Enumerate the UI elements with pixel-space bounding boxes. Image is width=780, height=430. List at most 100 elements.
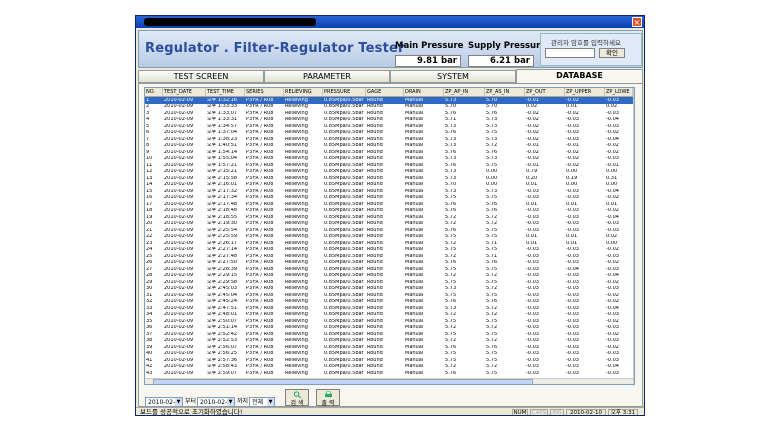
table-cell: Relieving (285, 292, 308, 298)
column-header[interactable]: ZP_OUT (525, 88, 565, 96)
column-header[interactable]: ZP_AP_IN (444, 88, 485, 96)
column-header[interactable]: ZP_LOWE (605, 88, 633, 96)
table-cell: 5.72 (486, 325, 498, 330)
table-cell: Round (367, 143, 383, 148)
start-date-picker[interactable]: 2010-02-10▼ (145, 397, 183, 415)
table-row[interactable]: 43 2010-02-09 오후 2:59:07 P3YR / R08 Relievin… (145, 370, 633, 377)
table-cell: 5.72 (486, 286, 498, 291)
table-cell: P3YR / R08 (246, 182, 274, 187)
table-cell: 0.00 (606, 182, 618, 187)
title-bar[interactable]: × (136, 16, 644, 28)
table-cell: P3YR / R08 (246, 195, 274, 200)
table-cell: Relieving (285, 247, 308, 252)
column-header[interactable]: PRESSURE (323, 88, 366, 96)
tab-system[interactable]: SYSTEM (390, 70, 516, 83)
table-cell: 2010-02-09 (164, 221, 194, 226)
table-cell: 16 (146, 195, 153, 200)
chevron-down-icon[interactable]: ▼ (267, 398, 274, 406)
table-cell: 8 (146, 143, 150, 148)
table-cell: 5.72 (445, 364, 457, 369)
column-header[interactable]: SERIES (245, 88, 284, 96)
table-cell: 10 (146, 156, 153, 161)
table-cell: -0.01 (526, 162, 539, 168)
table-cell: Round (367, 97, 383, 103)
table-cell: -0.03 (566, 338, 579, 343)
column-header[interactable]: ZP_UPPER (565, 88, 605, 96)
table-cell: -0.03 (526, 279, 539, 285)
table-cell: Manual (405, 260, 424, 265)
table-cell: 5.72 (445, 273, 457, 278)
table-cell: 오후 2:45:24 (207, 299, 238, 304)
table-cell: Round (367, 169, 383, 174)
end-date-picker[interactable]: 2010-02-10▼ (197, 397, 235, 415)
close-icon[interactable]: × (632, 17, 642, 27)
column-header[interactable]: NO. (145, 88, 163, 96)
status-date: 2010-02-10 (566, 409, 606, 415)
table-cell: -0.02 (526, 117, 539, 122)
table-cell: Manual (405, 214, 424, 220)
table-cell: Round (367, 331, 383, 337)
table-cell: -0.02 (606, 292, 619, 298)
table-cell: 5.75 (486, 266, 498, 272)
search-button[interactable]: 검 색 (285, 389, 309, 407)
table-cell: 2010-02-09 (164, 136, 194, 142)
table-cell: -0.03 (606, 123, 619, 129)
print-button[interactable]: 출 력 (316, 389, 340, 407)
table-cell: 0.85Mpa/0.5bar (324, 260, 364, 265)
table-cell: 12 (146, 169, 153, 174)
tab-parameter[interactable]: PARAMETER (264, 70, 390, 83)
table-cell: -0.03 (526, 221, 539, 226)
table-cell: 0.85Mpa/0.5bar (324, 370, 364, 376)
password-input[interactable] (545, 48, 595, 58)
table-cell: P3YR / R08 (246, 253, 274, 259)
column-header[interactable]: ZP_AS_IN (485, 88, 525, 96)
table-cell: 0.19 (566, 175, 578, 181)
table-cell: Relieving (285, 130, 308, 135)
tab-database[interactable]: DATABASE (516, 69, 643, 83)
tab-test-screen[interactable]: TEST SCREEN (138, 70, 264, 83)
table-cell: Manual (405, 279, 424, 285)
data-grid[interactable]: NO. TEST_DATE TEST_TIME SERIES RELIEVING PRES… (144, 87, 635, 385)
table-cell: 5.72 (486, 312, 498, 317)
chevron-down-icon[interactable]: ▼ (227, 398, 234, 406)
table-cell: P3YR / R08 (246, 305, 274, 311)
table-cell: 0.85Mpa/0.5bar (324, 292, 364, 298)
table-cell: P3YR / R08 (246, 351, 274, 356)
table-cell: -0.03 (606, 156, 619, 161)
table-cell: Round (367, 247, 383, 252)
table-cell: Relieving (285, 162, 308, 168)
table-cell: Round (367, 214, 383, 220)
status-time: 오후 3:31 (608, 409, 638, 415)
chevron-down-icon[interactable]: ▼ (175, 398, 182, 406)
table-cell: 3 (146, 110, 150, 116)
column-header[interactable]: TEST_DATE (163, 88, 206, 96)
table-cell: 0.00 (606, 240, 618, 246)
table-cell: 2010-02-09 (164, 344, 194, 350)
vertical-scroll-thumb[interactable] (634, 97, 635, 207)
table-cell: Relieving (285, 156, 308, 161)
table-cell: Manual (405, 318, 424, 324)
scope-select[interactable]: 전체 ▼ (249, 397, 275, 407)
vertical-scrollbar[interactable] (633, 88, 635, 384)
table-cell: P3YR / R08 (246, 104, 274, 109)
column-header[interactable]: GAGE (366, 88, 404, 96)
horizontal-scroll-thumb[interactable] (153, 379, 533, 384)
horizontal-scrollbar[interactable] (145, 378, 633, 384)
column-header[interactable]: DRAIN (404, 88, 444, 96)
confirm-button[interactable]: 확인 (599, 48, 625, 58)
table-cell: 28 (146, 273, 153, 278)
table-cell: 5.75 (445, 266, 457, 272)
table-cell: P3YR / R08 (246, 338, 274, 343)
table-cell: Relieving (285, 97, 308, 103)
table-cell: -0.03 (566, 227, 579, 233)
table-cell: Relieving (285, 188, 308, 194)
table-cell: 35 (146, 318, 153, 324)
table-cell: 2010-02-09 (164, 325, 194, 330)
table-cell: Round (367, 318, 383, 324)
table-cell: Round (367, 351, 383, 356)
table-cell: 5.70 (445, 104, 457, 109)
table-cell: Round (367, 299, 383, 304)
column-header[interactable]: RELIEVING (284, 88, 323, 96)
column-header[interactable]: TEST_TIME (206, 88, 245, 96)
table-cell: 오후 1:54:14 (207, 149, 238, 155)
